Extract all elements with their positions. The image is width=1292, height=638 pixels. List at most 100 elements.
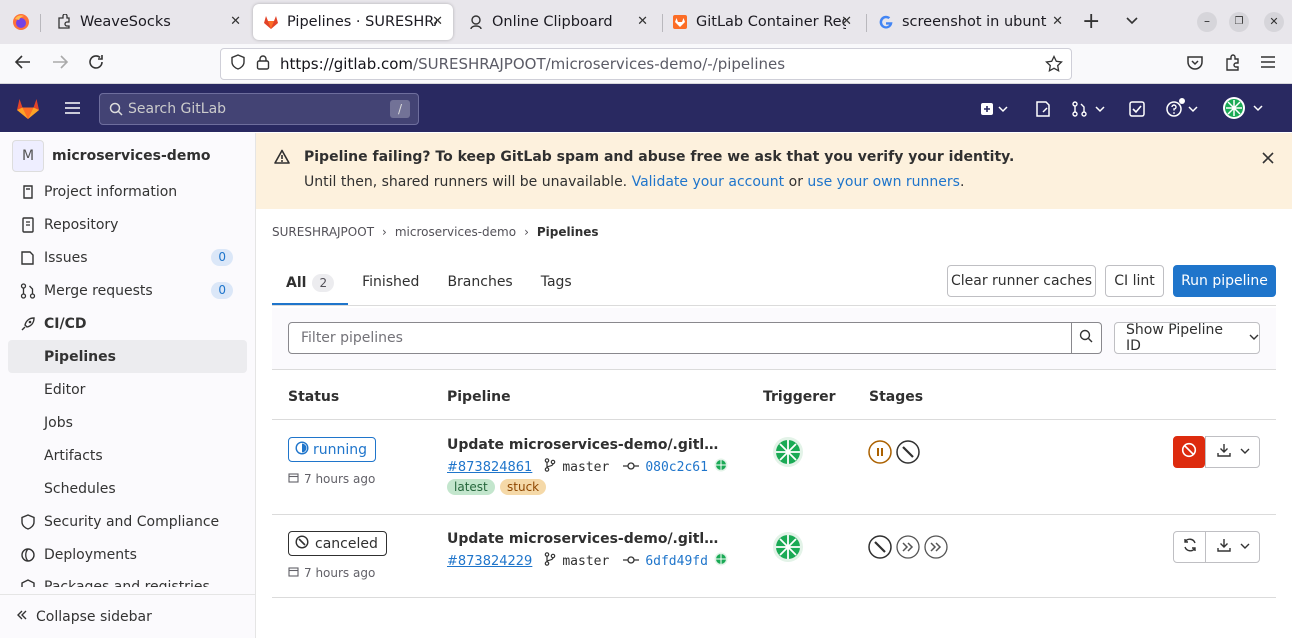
back-arrow-icon[interactable] [14, 53, 32, 76]
sidebar-item-schedules[interactable]: Schedules [0, 472, 255, 505]
lock-icon[interactable] [256, 54, 270, 74]
forward-arrow-icon[interactable] [51, 53, 69, 76]
sidebar-item-label: Security and Compliance [44, 513, 220, 530]
table-divider [272, 419, 1276, 420]
run-pipeline-button[interactable]: Run pipeline [1173, 265, 1276, 297]
status-text: running [313, 441, 368, 458]
breadcrumb-current[interactable]: Pipelines [537, 225, 599, 239]
tab-finished[interactable]: Finished [348, 264, 433, 305]
sidebar-item-packages[interactable]: Packages and registries [0, 571, 255, 587]
close-alert-icon[interactable] [1262, 149, 1274, 168]
commit-author-avatar[interactable] [714, 552, 728, 570]
sidebar-item-project-information[interactable]: Project information [0, 175, 255, 208]
close-tab-icon[interactable]: ✕ [1052, 14, 1063, 29]
address-bar[interactable]: https://gitlab.com/SURESHRAJPOOT/microse… [220, 48, 1072, 80]
branch-name[interactable]: master [562, 554, 609, 569]
help-icon[interactable] [1165, 98, 1201, 122]
reload-icon[interactable] [87, 53, 105, 76]
create-new-plus-icon[interactable] [980, 101, 1010, 121]
sidebar-item-merge-requests[interactable]: Merge requests 0 [0, 274, 255, 307]
download-artifacts-dropdown[interactable] [1205, 436, 1260, 468]
pipeline-time-text: 7 hours ago [304, 566, 376, 580]
project-header[interactable]: M microservices-demo [0, 133, 255, 179]
pocket-icon[interactable] [1186, 54, 1204, 77]
stage-skipped-icon[interactable] [924, 535, 948, 559]
use-own-runners-link[interactable]: use your own runners [807, 174, 960, 190]
bookmark-star-icon[interactable] [1045, 54, 1063, 77]
sidebar-item-artifacts[interactable]: Artifacts [0, 439, 255, 472]
collapse-sidebar-button[interactable]: Collapse sidebar [0, 594, 255, 638]
window-close-icon[interactable]: ✕ [1264, 12, 1284, 32]
close-tab-icon[interactable]: ✕ [637, 14, 648, 29]
triggerer-avatar[interactable] [772, 531, 804, 567]
close-tab-icon[interactable]: ✕ [230, 14, 241, 29]
pipeline-id-link[interactable]: #873824229 [447, 554, 532, 569]
stage-canceled-icon[interactable] [896, 440, 920, 464]
info-icon [20, 184, 36, 200]
pipeline-id-link[interactable]: #873824861 [447, 460, 532, 475]
breadcrumb-project[interactable]: microservices-demo [395, 225, 516, 239]
breadcrumb-owner[interactable]: SURESHRAJPOOT [272, 225, 374, 239]
stuck-badge: stuck [500, 479, 547, 495]
download-artifacts-dropdown[interactable] [1205, 531, 1260, 563]
sidebar-item-jobs[interactable]: Jobs [0, 406, 255, 439]
browser-tab-bar: WeaveSocks ✕ Pipelines · SURESHRA… ✕ Onl… [0, 0, 1292, 44]
search-gitlab-input[interactable]: Search GitLab / [99, 93, 419, 125]
browser-tab-clipboard[interactable]: Online Clipboard ✕ [458, 4, 658, 40]
filter-search-button[interactable] [1072, 322, 1102, 354]
cancel-pipeline-button[interactable] [1173, 436, 1205, 468]
stage-canceled-icon[interactable] [868, 535, 892, 559]
pipeline-commit-title[interactable]: Update microservices-demo/.gitlab-ci.yml… [447, 531, 727, 547]
filter-pipelines-input[interactable]: Filter pipelines [288, 322, 1072, 354]
sidebar-item-editor[interactable]: Editor [0, 373, 255, 406]
close-tab-icon[interactable]: ✕ [841, 14, 852, 29]
user-avatar[interactable] [1222, 96, 1264, 124]
hamburger-menu-icon[interactable] [1260, 53, 1276, 76]
clear-runner-caches-button[interactable]: Clear runner caches [947, 265, 1096, 297]
gitlab-logo-icon[interactable] [15, 95, 41, 125]
ci-lint-button[interactable]: CI lint [1105, 265, 1164, 297]
browser-tab-container-registry[interactable]: GitLab Container Regi… ✕ [662, 4, 862, 40]
gitlab-top-bar: Search GitLab / [0, 84, 1292, 132]
window-maximize-icon[interactable]: ❐ [1229, 12, 1249, 32]
merge-requests-count-badge: 0 [211, 282, 233, 299]
tab-all[interactable]: All 2 [272, 264, 349, 305]
warning-icon [274, 149, 290, 169]
new-tab-icon[interactable]: + [1082, 9, 1100, 34]
main-menu-icon[interactable] [64, 100, 81, 120]
tab-branches[interactable]: Branches [433, 264, 526, 305]
sidebar-item-repository[interactable]: Repository [0, 208, 255, 241]
status-badge-canceled[interactable]: canceled [288, 531, 387, 556]
tab-list-chevron-icon[interactable] [1124, 12, 1140, 32]
tab-tags[interactable]: Tags [527, 264, 586, 305]
stage-skipped-icon[interactable] [896, 535, 920, 559]
sidebar-item-deployments[interactable]: Deployments [0, 538, 255, 571]
branch-name[interactable]: master [562, 460, 609, 475]
triggerer-avatar[interactable] [772, 436, 804, 472]
browser-tab-google[interactable]: screenshot in ubuntu - ✕ [868, 4, 1073, 40]
status-badge-running[interactable]: running [288, 437, 377, 462]
extensions-puzzle-icon[interactable] [1224, 54, 1242, 77]
window-minimize-icon[interactable]: – [1197, 12, 1217, 32]
show-pipeline-id-dropdown[interactable]: Show Pipeline ID [1114, 322, 1260, 354]
pipeline-commit-title[interactable]: Update microservices-demo/.gitlab-ci.yml… [447, 437, 727, 453]
issues-icon[interactable] [1035, 101, 1051, 121]
browser-tab-pipelines[interactable]: Pipelines · SURESHRA… ✕ [253, 4, 453, 40]
sidebar-item-pipelines[interactable]: Pipelines [8, 340, 247, 373]
sidebar-item-label: Repository [44, 216, 119, 233]
stage-pending-icon[interactable] [868, 440, 892, 464]
sidebar-item-issues[interactable]: Issues 0 [0, 241, 255, 274]
sidebar-item-cicd[interactable]: CI/CD [0, 307, 255, 340]
sidebar-item-security[interactable]: Security and Compliance [0, 505, 255, 538]
browser-tab-weavesocks[interactable]: WeaveSocks ✕ [46, 4, 251, 40]
commit-sha[interactable]: 6dfd49fd [645, 554, 708, 569]
shield-icon[interactable] [230, 54, 246, 74]
retry-pipeline-button[interactable] [1173, 531, 1206, 563]
close-tab-icon[interactable]: ✕ [432, 14, 443, 29]
merge-requests-icon[interactable] [1072, 101, 1106, 121]
todo-checkbox-icon[interactable] [1129, 101, 1145, 121]
commit-author-avatar[interactable] [714, 458, 728, 476]
commit-sha[interactable]: 080c2c61 [645, 460, 708, 475]
validate-account-link[interactable]: Validate your account [632, 174, 785, 190]
firefox-menu-icon[interactable] [12, 13, 30, 35]
